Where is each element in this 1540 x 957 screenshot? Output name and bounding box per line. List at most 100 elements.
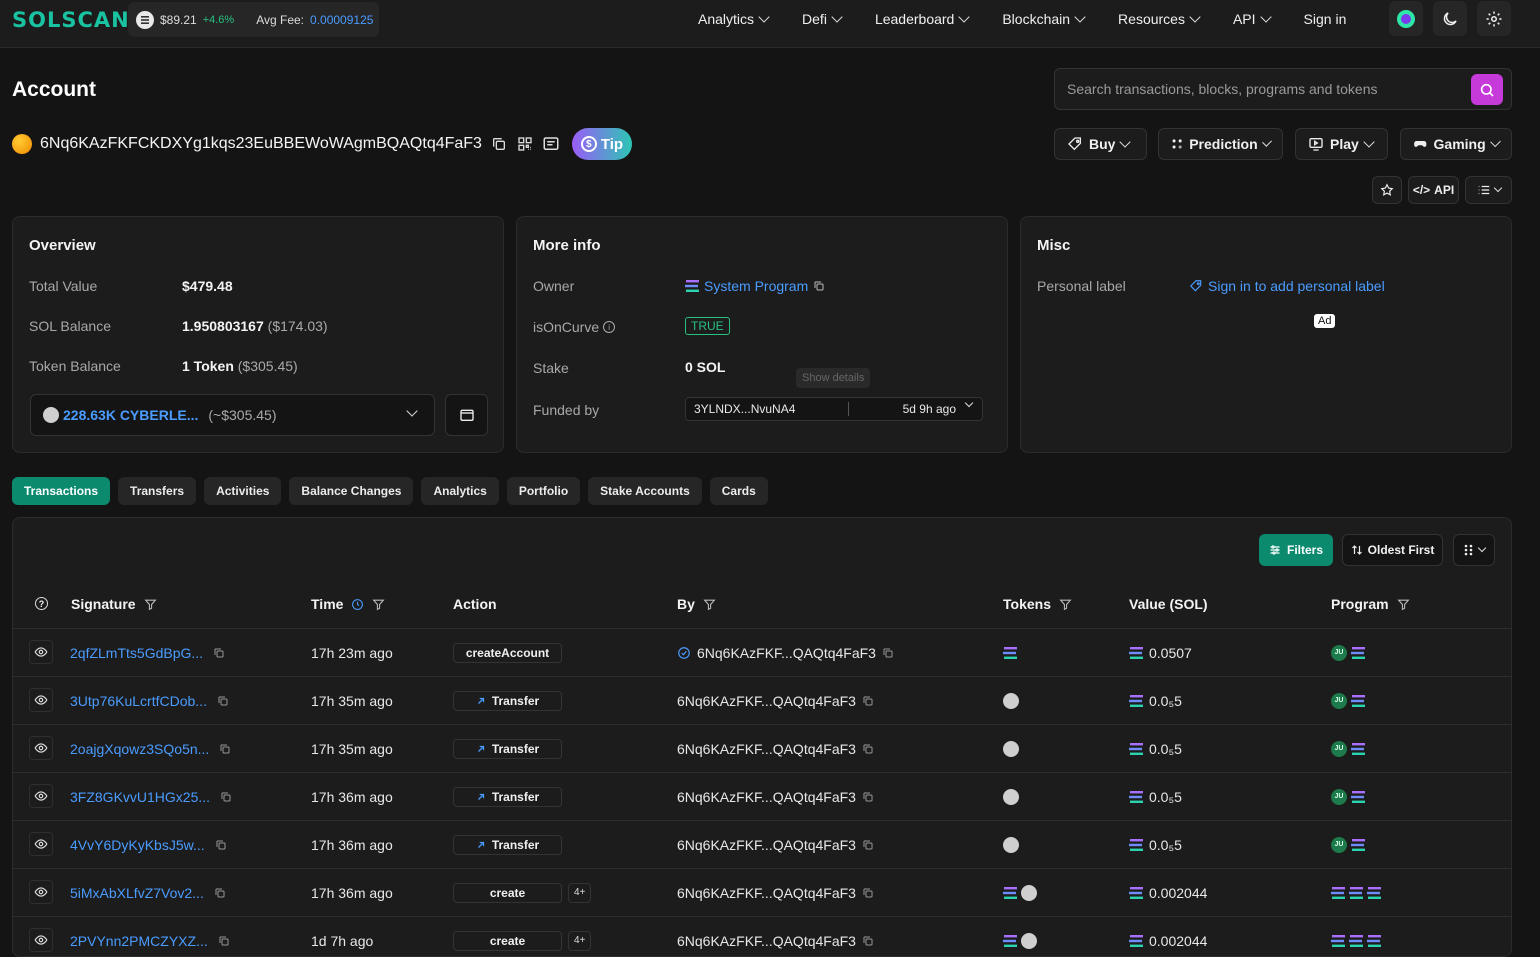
view-details-button[interactable] <box>29 784 53 808</box>
signer-address[interactable]: 6Nq6KAzFKF...QAQtq4FaF3 <box>677 837 856 853</box>
signer-address[interactable]: 6Nq6KAzFKF...QAQtq4FaF3 <box>677 741 856 757</box>
action-badge[interactable]: createAccount <box>453 642 562 663</box>
signature-link[interactable]: 2PVYnn2PMCZYXZ... <box>70 933 208 949</box>
copy-icon[interactable] <box>220 791 232 803</box>
nav-blockchain-label: Blockchain <box>1002 11 1071 27</box>
theme-toggle-button[interactable] <box>1433 1 1467 36</box>
settings-button[interactable] <box>1477 1 1511 36</box>
favorite-button[interactable] <box>1372 176 1402 204</box>
view-details-button[interactable] <box>29 688 53 712</box>
more-menu-button[interactable] <box>1465 176 1512 204</box>
signature-link[interactable]: 4VvY6DyKyKbsJ5w... <box>70 837 205 853</box>
signer-address[interactable]: 6Nq6KAzFKF...QAQtq4FaF3 <box>697 645 876 661</box>
copy-icon[interactable] <box>862 887 874 899</box>
prediction-button[interactable]: Prediction <box>1158 128 1283 160</box>
copy-icon[interactable] <box>862 791 874 803</box>
copy-icon[interactable] <box>490 135 508 153</box>
copy-icon[interactable] <box>862 935 874 947</box>
action-badge[interactable]: Transfer <box>453 738 562 759</box>
copy-icon[interactable] <box>215 839 227 851</box>
signer-address[interactable]: 6Nq6KAzFKF...QAQtq4FaF3 <box>677 693 856 709</box>
clock-icon[interactable] <box>351 598 364 611</box>
nav-resources[interactable]: Resources <box>1118 11 1201 27</box>
action-badge[interactable]: Transfer <box>453 690 562 711</box>
filter-icon[interactable] <box>1059 598 1072 611</box>
more-actions-badge[interactable]: 4+ <box>568 930 592 951</box>
signature-link[interactable]: 3FZ8GKvvU1HGx25... <box>70 789 210 805</box>
copy-icon[interactable] <box>214 887 226 899</box>
copy-icon[interactable] <box>813 280 825 292</box>
filters-button[interactable]: Filters <box>1259 534 1333 566</box>
copy-icon[interactable] <box>862 839 874 851</box>
nav-blockchain[interactable]: Blockchain <box>1002 11 1086 27</box>
signature-link[interactable]: 2oajgXqowz3SQo5n... <box>70 741 209 757</box>
play-button[interactable]: Play <box>1295 128 1388 160</box>
solscan-logo[interactable]: SOLSCAN <box>12 8 130 32</box>
tab-transactions[interactable]: Transactions <box>12 477 111 505</box>
eye-icon <box>34 693 48 707</box>
search-button[interactable] <box>1471 74 1503 105</box>
filter-icon[interactable] <box>703 598 716 611</box>
tab-transfers[interactable]: Transfers <box>118 477 197 505</box>
copy-icon[interactable] <box>862 695 874 707</box>
nav-analytics[interactable]: Analytics <box>698 11 770 27</box>
help-icon[interactable]: ? <box>35 597 48 610</box>
action-badge[interactable]: Transfer <box>453 786 562 807</box>
nav-leaderboard[interactable]: Leaderboard <box>875 11 971 27</box>
oncurve-badge: TRUE <box>685 317 730 335</box>
copy-icon[interactable] <box>217 695 229 707</box>
column-settings-button[interactable] <box>1453 534 1495 566</box>
buy-button[interactable]: Buy <box>1054 128 1147 160</box>
tab-analytics[interactable]: Analytics <box>421 477 499 505</box>
qr-code-icon[interactable] <box>516 135 534 153</box>
notes-icon[interactable] <box>542 135 560 153</box>
nav-api[interactable]: API <box>1233 11 1272 27</box>
solana-icon <box>1003 934 1017 947</box>
sign-in-link[interactable]: Sign in <box>1304 11 1347 27</box>
token-holdings-dropdown[interactable]: 228.63K CYBERLE... (~$305.45) <box>30 394 435 436</box>
signature-link[interactable]: 3Utp76KuLcrtfCDob... <box>70 693 207 709</box>
token-balance: 1 Token ($305.45) <box>182 358 298 374</box>
copy-icon[interactable] <box>213 647 225 659</box>
tip-button[interactable]: $ Tip <box>571 128 632 160</box>
filter-icon[interactable] <box>144 598 157 611</box>
sort-order-button[interactable]: Oldest First <box>1342 534 1443 566</box>
signature-cell: 2qfZLmTts5GdBpG... <box>70 629 225 676</box>
view-details-button[interactable] <box>29 880 53 904</box>
sign-in-personal-label-link[interactable]: Sign in to add personal label <box>1208 278 1385 294</box>
view-details-button[interactable] <box>29 832 53 856</box>
filter-icon[interactable] <box>372 598 386 611</box>
copy-icon[interactable] <box>218 935 230 947</box>
signer-address[interactable]: 6Nq6KAzFKF...QAQtq4FaF3 <box>677 885 856 901</box>
signer-address[interactable]: 6Nq6KAzFKF...QAQtq4FaF3 <box>677 789 856 805</box>
filter-icon[interactable] <box>1397 598 1410 611</box>
api-button[interactable]: </> API <box>1408 176 1459 204</box>
view-details-button[interactable] <box>29 640 53 664</box>
action-cell: create 4+ <box>453 869 592 916</box>
nav-defi[interactable]: Defi <box>802 11 843 27</box>
owner-link[interactable]: System Program <box>704 278 808 294</box>
signature-link[interactable]: 2qfZLmTts5GdBpG... <box>70 645 203 661</box>
more-actions-badge[interactable]: 4+ <box>568 882 592 903</box>
tab-balance-changes[interactable]: Balance Changes <box>289 477 414 505</box>
tab-portfolio[interactable]: Portfolio <box>506 477 581 505</box>
copy-icon[interactable] <box>862 743 874 755</box>
tab-cards[interactable]: Cards <box>709 477 768 505</box>
copy-icon[interactable] <box>219 743 231 755</box>
signer-address[interactable]: 6Nq6KAzFKF...QAQtq4FaF3 <box>677 933 856 949</box>
funded-by-field[interactable]: 3YLNDX...NvuNA4 5d 9h ago <box>685 397 983 421</box>
action-badge[interactable]: Transfer <box>453 834 562 855</box>
wallet-connect-button[interactable] <box>1389 1 1423 36</box>
tab-stake-accounts[interactable]: Stake Accounts <box>588 477 702 505</box>
action-badge[interactable]: create <box>453 930 562 951</box>
funded-by-address[interactable]: 3YLNDX...NvuNA4 <box>694 402 795 416</box>
signature-link[interactable]: 5iMxAbXLfvZ7Vov2... <box>70 885 204 901</box>
search-input[interactable]: Search transactions, blocks, programs an… <box>1054 68 1512 110</box>
copy-icon[interactable] <box>882 647 894 659</box>
portfolio-button[interactable] <box>445 394 488 436</box>
view-details-button[interactable] <box>29 736 53 760</box>
tab-activities[interactable]: Activities <box>204 477 282 505</box>
action-badge[interactable]: create <box>453 882 562 903</box>
view-details-button[interactable] <box>29 928 53 952</box>
gaming-button[interactable]: Gaming <box>1400 128 1512 160</box>
